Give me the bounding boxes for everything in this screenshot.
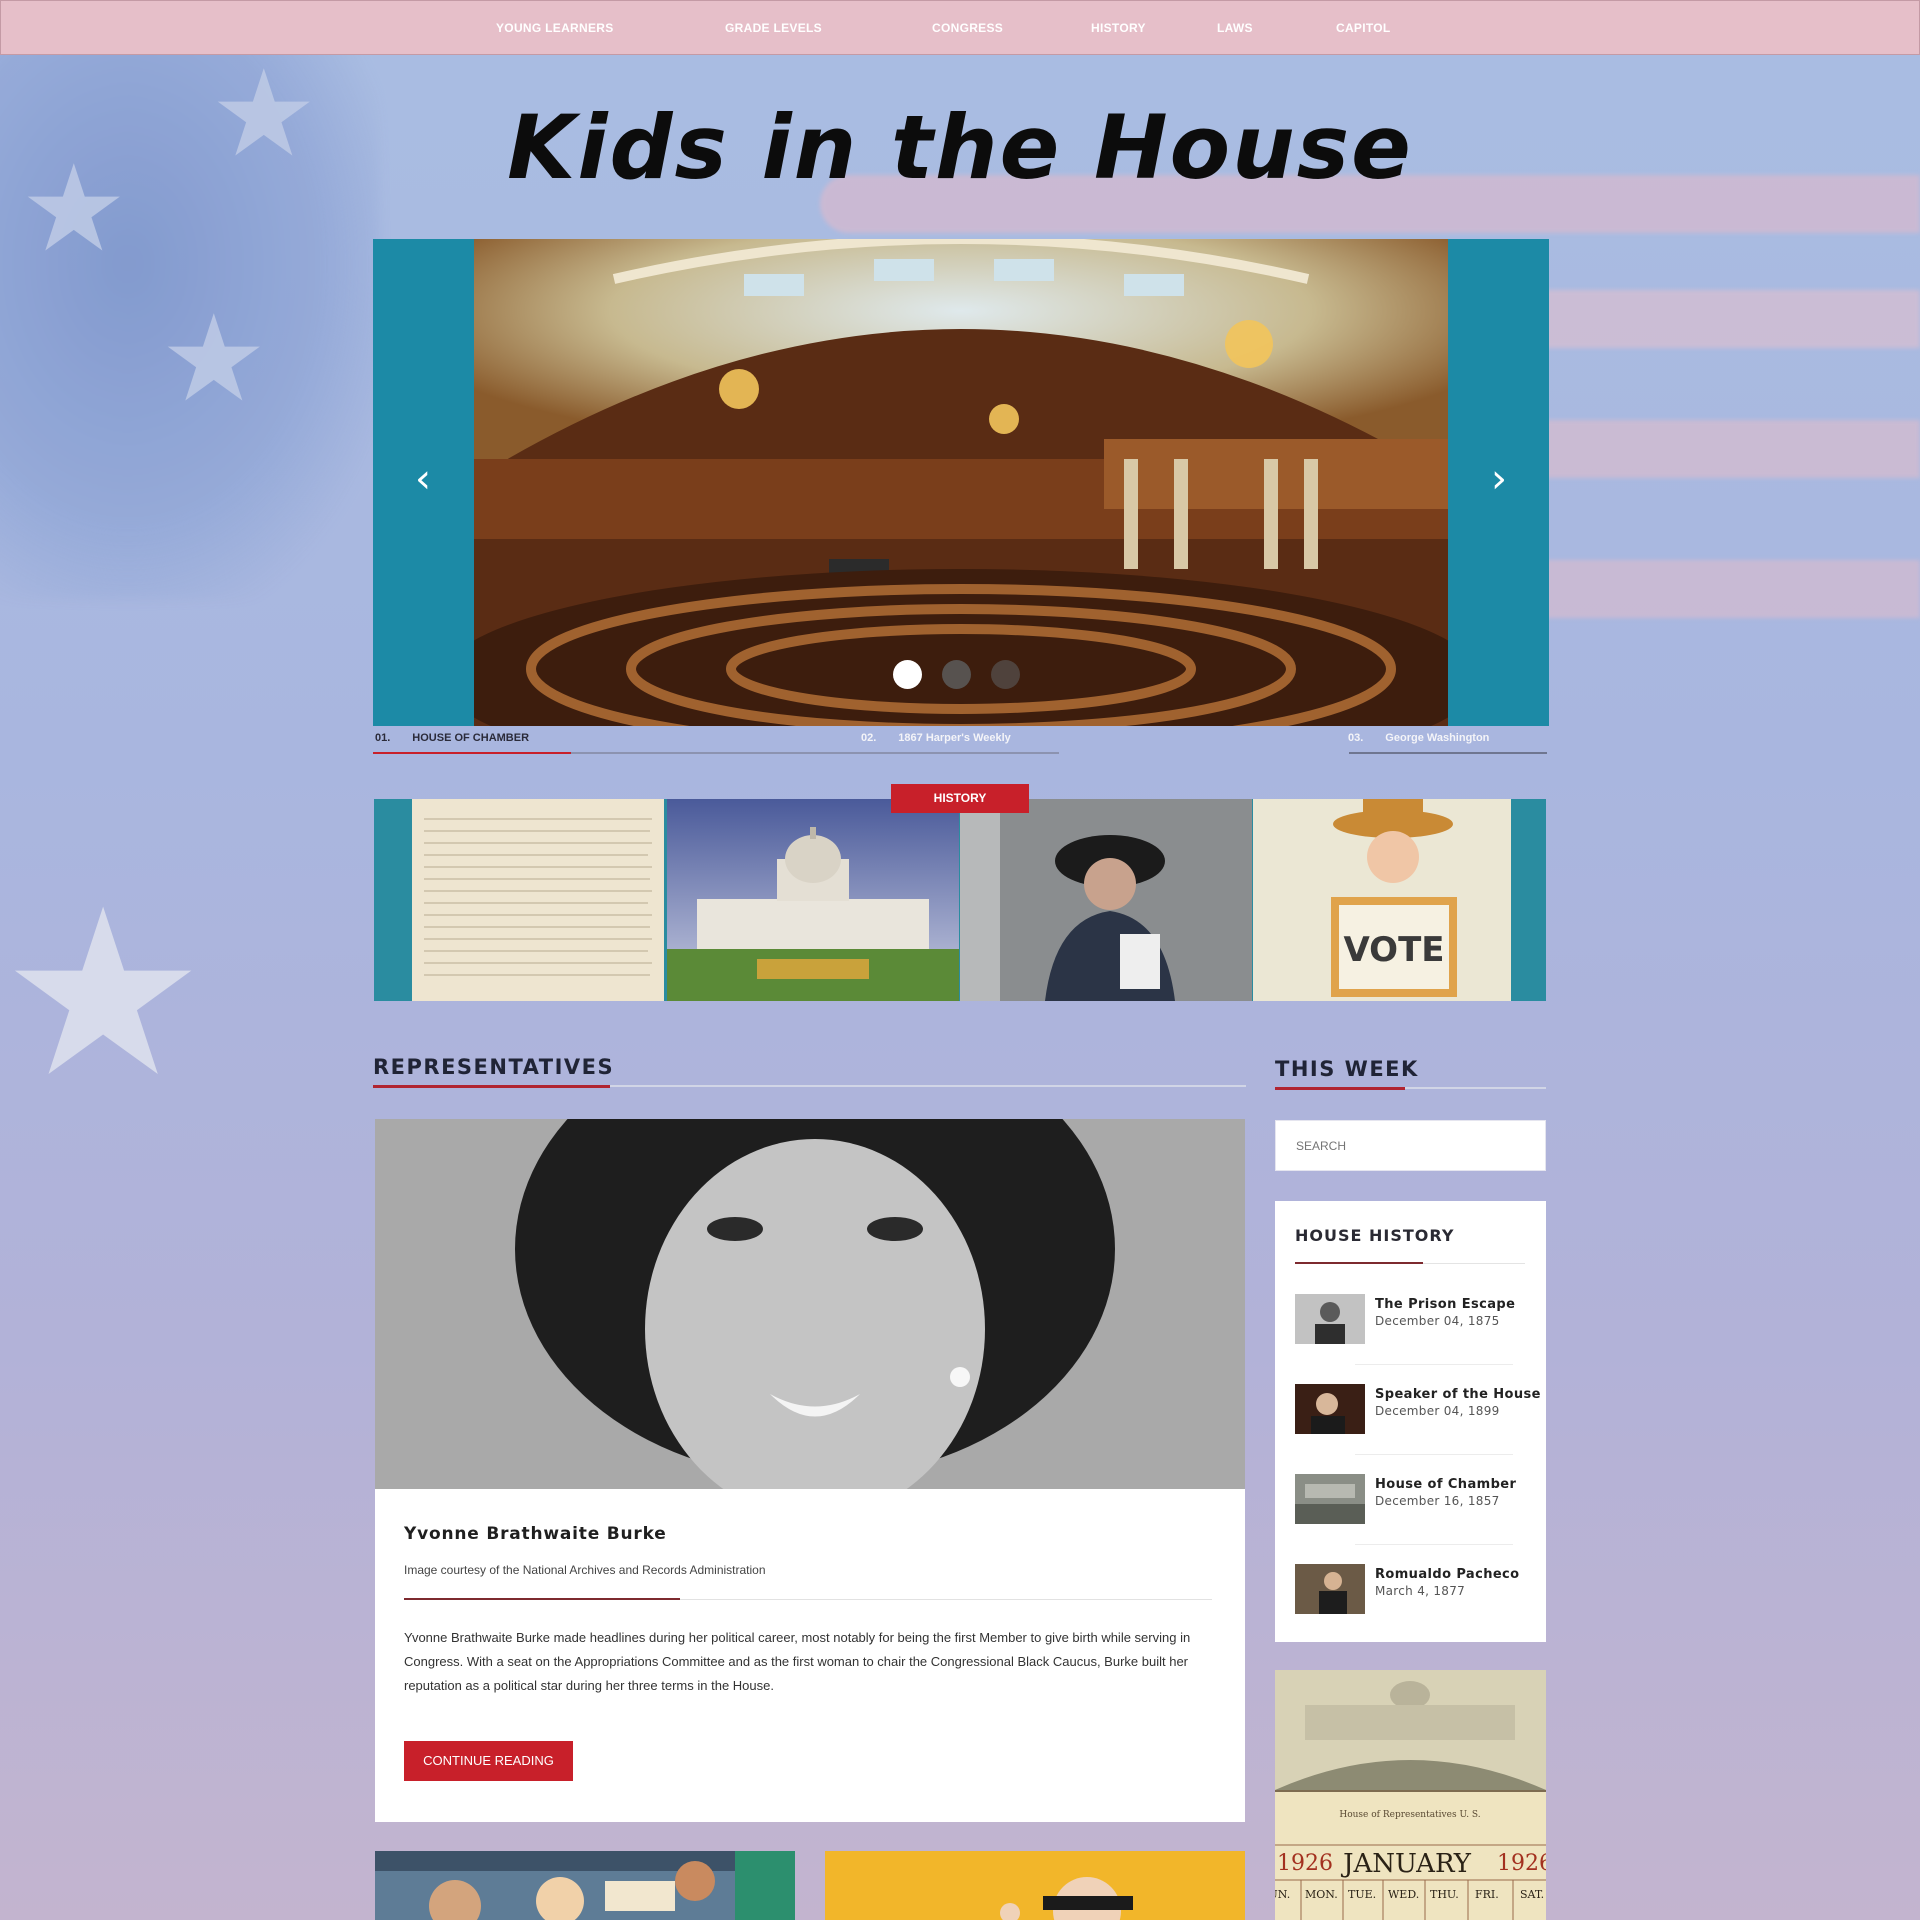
house-history-item-title: Speaker of the House bbox=[1375, 1387, 1541, 1402]
calendar-day-label: SAT. bbox=[1520, 1888, 1544, 1901]
calendar-day-label: THU. bbox=[1430, 1888, 1459, 1901]
article-photo-portrait bbox=[375, 1119, 1245, 1489]
search-input[interactable] bbox=[1275, 1120, 1546, 1171]
site-title: Kids in the House bbox=[507, 96, 1413, 199]
slider-dot-2[interactable] bbox=[942, 660, 971, 689]
this-week-rule-accent bbox=[1275, 1087, 1405, 1090]
article-card: Yvonne Brathwaite Burke Image courtesy o… bbox=[375, 1119, 1245, 1822]
star-icon: ★ bbox=[160, 290, 268, 429]
house-history-title: HOUSE HISTORY bbox=[1295, 1226, 1455, 1245]
slide-tab-progress-active bbox=[373, 752, 571, 754]
slide-tab-number: 02. bbox=[861, 732, 877, 744]
slide-tab-progress bbox=[571, 752, 861, 754]
house-history-thumb bbox=[1295, 1474, 1365, 1524]
thumb-kids-reading[interactable] bbox=[375, 1851, 795, 1920]
top-navigation: YOUNG LEARNERS GRADE LEVELS CONGRESS HIS… bbox=[0, 0, 1920, 55]
calendar-day-label: FRI. bbox=[1475, 1888, 1499, 1901]
nav-laws[interactable]: LAWS bbox=[1217, 21, 1253, 35]
house-history-item-date: December 04, 1875 bbox=[1375, 1314, 1500, 1328]
thumb-vote-child[interactable]: VOTE bbox=[1253, 799, 1511, 1001]
calendar-year-right: 1926 bbox=[1497, 1851, 1546, 1876]
representatives-heading: REPRESENTATIVES bbox=[373, 1055, 615, 1079]
article-rule-accent bbox=[404, 1598, 680, 1600]
thumb-historic-document[interactable] bbox=[412, 799, 664, 1001]
calendar-year-left: 1926 bbox=[1277, 1851, 1333, 1876]
representatives-rule-accent bbox=[373, 1085, 610, 1088]
calendar-day-label: WED. bbox=[1388, 1888, 1419, 1901]
slide-tab-2[interactable]: 02. 1867 Harper's Weekly bbox=[861, 732, 1011, 744]
house-history-widget: HOUSE HISTORY The Prison Escape December… bbox=[1275, 1201, 1546, 1642]
calendar-month: JANUARY bbox=[1340, 1849, 1472, 1879]
history-strip: VOTE bbox=[374, 799, 1546, 1001]
calendar-caption: House of Representatives U. S. bbox=[1339, 1810, 1480, 1820]
slide-tab-progress bbox=[1349, 752, 1547, 754]
thumb-capitol-building[interactable] bbox=[667, 799, 959, 1001]
nav-congress[interactable]: CONGRESS bbox=[932, 21, 1003, 35]
house-history-item-date: December 04, 1899 bbox=[1375, 1404, 1500, 1418]
slide-tab-1[interactable]: 01. HOUSE OF CHAMBER bbox=[375, 732, 529, 744]
house-history-rule-accent bbox=[1295, 1262, 1423, 1264]
slider-tabs: 01. HOUSE OF CHAMBER 02. 1867 Harper's Wee… bbox=[373, 732, 1549, 756]
house-history-item[interactable]: House of Chamber December 16, 1857 bbox=[1295, 1474, 1530, 1534]
house-history-separator bbox=[1355, 1544, 1513, 1545]
slide-tab-label: George Washington bbox=[1385, 732, 1490, 744]
nav-young-learners[interactable]: YOUNG LEARNERS bbox=[496, 21, 614, 35]
house-history-thumb bbox=[1295, 1564, 1365, 1614]
house-history-item-title: The Prison Escape bbox=[1375, 1297, 1516, 1312]
slider-prev-arrow-icon[interactable]: ‹ bbox=[403, 459, 443, 499]
house-history-thumb bbox=[1295, 1294, 1365, 1344]
nav-history[interactable]: HISTORY bbox=[1091, 21, 1146, 35]
article-title[interactable]: Yvonne Brathwaite Burke bbox=[404, 1524, 667, 1544]
star-icon: ★ bbox=[0, 861, 207, 1128]
slide-tab-label: HOUSE OF CHAMBER bbox=[412, 732, 530, 744]
vintage-calendar-image[interactable]: House of Representatives U. S. 1926 JANU… bbox=[1275, 1670, 1546, 1920]
nav-grade-levels[interactable]: GRADE LEVELS bbox=[725, 21, 822, 35]
slide-tab-number: 03. bbox=[1348, 732, 1364, 744]
thumb-girl-glasses[interactable] bbox=[825, 1851, 1245, 1920]
slider-dot-3[interactable] bbox=[991, 660, 1020, 689]
thumb-suffragette[interactable] bbox=[960, 799, 1252, 1001]
continue-reading-button[interactable]: CONTINUE READING bbox=[404, 1741, 573, 1781]
this-week-heading: THIS WEEK bbox=[1275, 1057, 1419, 1081]
nav-capitol[interactable]: CAPITOL bbox=[1336, 21, 1391, 35]
hero-slider: ‹ › bbox=[373, 239, 1549, 726]
slide-image-house-chamber bbox=[474, 239, 1448, 726]
house-history-separator bbox=[1355, 1364, 1513, 1365]
slider-dot-1[interactable] bbox=[893, 660, 922, 689]
house-history-item[interactable]: The Prison Escape December 04, 1875 bbox=[1295, 1294, 1530, 1354]
house-history-item-title: Romualdo Pacheco bbox=[1375, 1567, 1520, 1582]
house-history-item-date: December 16, 1857 bbox=[1375, 1494, 1500, 1508]
calendar-day-label: MON. bbox=[1305, 1888, 1338, 1901]
article-excerpt: Yvonne Brathwaite Burke made headlines d… bbox=[404, 1630, 1191, 1693]
slider-next-arrow-icon[interactable]: › bbox=[1479, 459, 1519, 499]
slider-dots bbox=[893, 660, 1020, 689]
vote-sign-text: VOTE bbox=[1343, 930, 1444, 970]
history-badge[interactable]: HISTORY bbox=[891, 784, 1029, 813]
house-history-thumb bbox=[1295, 1384, 1365, 1434]
house-history-separator bbox=[1355, 1454, 1513, 1455]
house-history-item-date: March 4, 1877 bbox=[1375, 1584, 1466, 1598]
slide-tab-3[interactable]: 03. George Washington bbox=[1348, 732, 1489, 744]
house-history-item[interactable]: Romualdo Pacheco March 4, 1877 bbox=[1295, 1564, 1530, 1624]
calendar-day-label: TUE. bbox=[1348, 1888, 1376, 1901]
slide-tab-progress bbox=[861, 752, 1059, 754]
slide-tab-label: 1867 Harper's Weekly bbox=[898, 732, 1011, 744]
calendar-day-label: SUN. bbox=[1275, 1888, 1290, 1901]
article-image-credit: Image courtesy of the National Archives … bbox=[404, 1563, 766, 1577]
house-history-item[interactable]: Speaker of the House December 04, 1899 bbox=[1295, 1384, 1540, 1444]
slide-tab-number: 01. bbox=[375, 732, 391, 744]
house-history-item-title: House of Chamber bbox=[1375, 1477, 1517, 1492]
